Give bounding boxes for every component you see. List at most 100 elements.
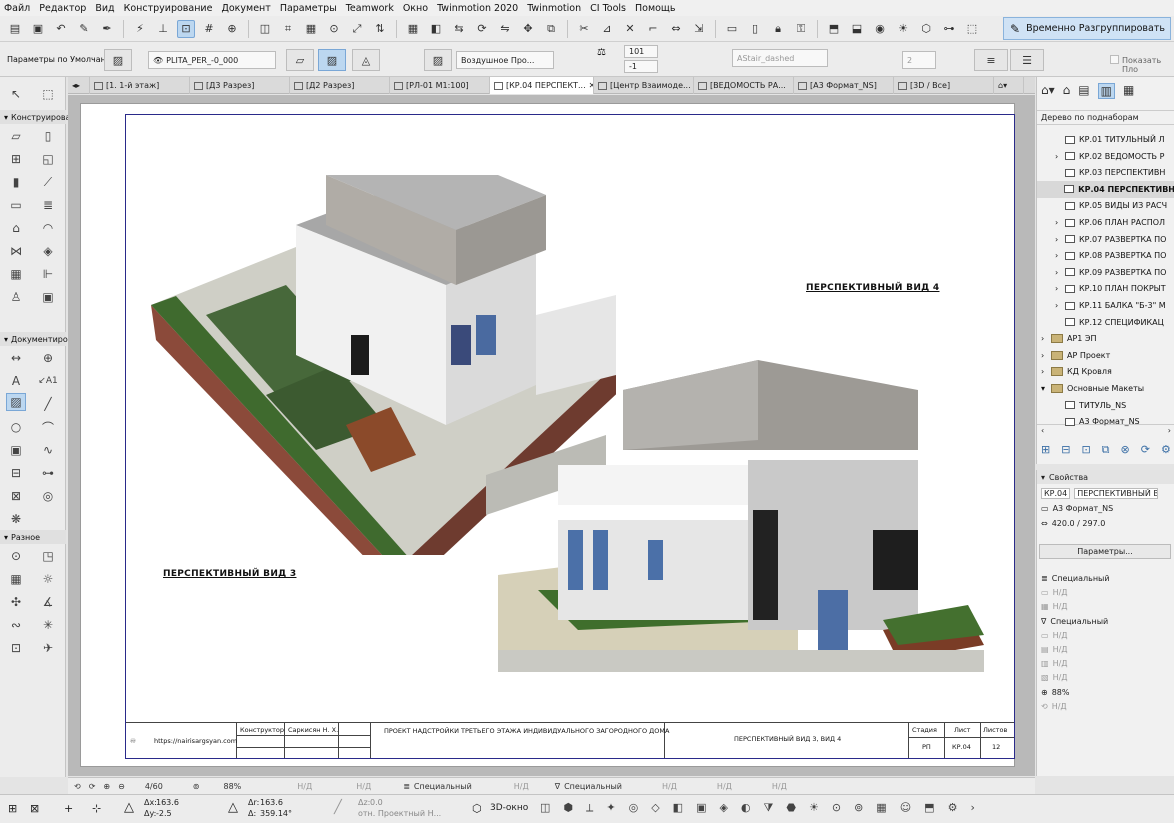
suspend-groups-icon[interactable]: ⌗ (279, 20, 297, 38)
navigator-item[interactable]: › КР.09 РАЗВЕРТКА ПО (1037, 264, 1174, 281)
tab-floor-1[interactable]: [1. 1-й этаж] (90, 77, 190, 94)
pen-field[interactable]: 101 (624, 45, 658, 58)
zoom-row[interactable]: ⊕ 88% (1037, 685, 1174, 699)
light-icon[interactable]: ☀ (809, 801, 819, 815)
pen-set-value[interactable]: Специальный (414, 782, 472, 791)
filter-icon[interactable]: ⧩ (764, 801, 774, 815)
resize-icon[interactable]: ⇲ (690, 20, 708, 38)
project-map-icon[interactable]: ⌂▾ (1041, 83, 1055, 99)
save-icon[interactable]: ▣ (29, 20, 47, 38)
layer-combo-icon[interactable]: ◫ (256, 20, 274, 38)
column-icon[interactable]: ▮ (6, 173, 26, 191)
object-icon[interactable]: ♙ (6, 288, 26, 306)
tab-vedomost[interactable]: [ВЕДОМОСТЬ РА... (694, 77, 794, 94)
grid-snap-icon[interactable]: # (200, 20, 218, 38)
snap-icon[interactable]: ⊠ (30, 802, 39, 815)
export-icon[interactable]: ⬒ (924, 801, 934, 815)
zoom-icon[interactable]: ⊙ (325, 20, 343, 38)
zoom-out-icon[interactable]: ⊖ (118, 782, 125, 791)
rotate-icon[interactable]: ⟳ (473, 20, 491, 38)
navigator-dropdown[interactable]: Дерево по поднаборам (1037, 110, 1174, 125)
trace-icon[interactable]: ▦ (302, 20, 320, 38)
background-pen-field[interactable]: -1 (624, 60, 658, 73)
bring-front-icon[interactable]: ⬒ (825, 20, 843, 38)
intersect-icon[interactable]: ✕ (621, 20, 639, 38)
expand-toggle-icon[interactable]: › (1041, 351, 1051, 360)
line-icon[interactable]: ╱ (38, 395, 58, 413)
tab-3d-all[interactable]: [3D / Все] (894, 77, 994, 94)
menu-twinmotion-2020[interactable]: Twinmotion 2020 (437, 3, 518, 14)
morph-icon[interactable]: ◈ (38, 242, 58, 260)
angle-dimension-icon[interactable]: ∡ (38, 593, 58, 611)
window-icon[interactable]: ⊞ (6, 150, 26, 168)
show-area-checkbox[interactable] (1110, 55, 1119, 64)
parameters-button[interactable]: Параметры... (1039, 544, 1171, 559)
expand-toggle-icon[interactable]: › (1055, 235, 1065, 244)
arc-icon[interactable]: ⌒ (38, 418, 58, 436)
render-icon[interactable]: ▦ (876, 801, 886, 815)
navigator-item[interactable]: А3 Формат_NS (1037, 413, 1174, 430)
zoom-in-icon[interactable]: ⊕ (103, 782, 110, 791)
model-view-value[interactable]: Специальный (564, 782, 622, 791)
tab-rl01[interactable]: [РЛ-01 М1:100] (390, 77, 490, 94)
skylight-icon[interactable]: ◱ (38, 150, 58, 168)
temporary-ungroup-button[interactable]: ✎ Временно Разгруппировать (1003, 17, 1171, 40)
perspective-view-4[interactable] (498, 350, 984, 672)
navigator-item[interactable]: › КР.06 ПЛАН РАСПОЛ (1037, 214, 1174, 231)
delete-icon[interactable]: ⊗ (1121, 443, 1130, 457)
change-icon[interactable]: ✈ (38, 639, 58, 657)
new-master-icon[interactable]: ⊡ (1081, 443, 1090, 457)
section-tool-icon[interactable]: ⊶ (38, 464, 58, 482)
section-icon[interactable]: ⊶ (940, 20, 958, 38)
menu-window[interactable]: Окно (403, 3, 428, 14)
snap-guides-icon[interactable]: ⊡ (177, 19, 195, 38)
menu-document[interactable]: Документ (221, 3, 270, 14)
camera-icon[interactable]: ⊙ (832, 801, 841, 815)
fillet-icon[interactable]: ⌐ (644, 20, 662, 38)
view-cube-icon[interactable]: ◫ (540, 801, 550, 815)
update-icon[interactable]: ⟳ (1141, 443, 1150, 457)
expand-toggle-icon[interactable]: › (1055, 251, 1065, 260)
geometry-method-icon[interactable]: ▱ (286, 49, 314, 71)
inject-icon[interactable]: ✒ (98, 20, 116, 38)
marquee-tool-icon[interactable]: ⬚ (38, 85, 58, 103)
group-icon[interactable]: ▭ (723, 20, 741, 38)
navigator-item[interactable]: ТИТУЛЬ_NS (1037, 397, 1174, 414)
navigator-item[interactable]: › КР.08 РАЗВЕРТКА ПО (1037, 247, 1174, 264)
level-dimension-icon[interactable]: ⊕ (38, 349, 58, 367)
beam-icon[interactable]: ⟋ (38, 173, 58, 191)
elevation-tool-icon[interactable]: ⊠ (6, 487, 26, 505)
menu-edit[interactable]: Редактор (39, 3, 86, 14)
fill-type-icon[interactable]: ▨ (104, 49, 132, 71)
tab-a3-format[interactable]: [А3 Формат_NS] (794, 77, 894, 94)
lamp-icon[interactable]: ☼ (38, 570, 58, 588)
dx-value[interactable]: 163.6 (156, 798, 179, 807)
expand-toggle-icon[interactable]: › (1055, 268, 1065, 277)
spline-icon[interactable]: ∿ (38, 441, 58, 459)
tab-kr04[interactable]: [КР.04 ПЕРСПЕКТ...✕ (490, 77, 594, 94)
linetype-field[interactable]: AStair_dashed (732, 49, 828, 67)
railing-icon[interactable]: ⊩ (38, 265, 58, 283)
guide-line-icon[interactable]: ⊥ (154, 20, 172, 38)
camera-icon[interactable]: ⊡ (6, 639, 26, 657)
layout-canvas[interactable]: ПЕРСПЕКТИВНЫЙ ВИД 3 ПЕРСПЕКТИВНЫЙ ВИД 4 … (68, 95, 1035, 776)
organizer-icon[interactable]: ▦ (1123, 83, 1134, 99)
text-icon[interactable]: A (6, 372, 26, 390)
magic-wand-icon[interactable]: ⚡ (131, 20, 149, 38)
plus-icon[interactable]: + (64, 802, 73, 815)
drawing-icon[interactable]: ⊟ (6, 464, 26, 482)
design-section-header[interactable]: ▾ Конструирова (0, 110, 70, 124)
corner-window-icon[interactable]: ▦ (6, 570, 26, 588)
marquee-icon[interactable]: ⬚ (963, 20, 981, 38)
expand-toggle-icon[interactable]: › (1055, 152, 1065, 161)
orbit-icon[interactable]: ◎ (629, 801, 639, 815)
lock-icon[interactable]: 🔒︎ (769, 20, 787, 38)
offset-icon[interactable]: ⧉ (542, 20, 560, 38)
fill-icon[interactable]: ▨ (6, 393, 26, 411)
tab-menu-icon[interactable]: ⌂▾ (994, 77, 1024, 94)
hide-icon[interactable]: ◇ (651, 801, 659, 815)
elevation-icon[interactable]: ⇅ (371, 20, 389, 38)
undo-view-icon[interactable]: ⟲ (74, 782, 81, 791)
open-icon[interactable]: ▤ (6, 20, 24, 38)
hotspot-icon[interactable]: ∾ (6, 616, 26, 634)
